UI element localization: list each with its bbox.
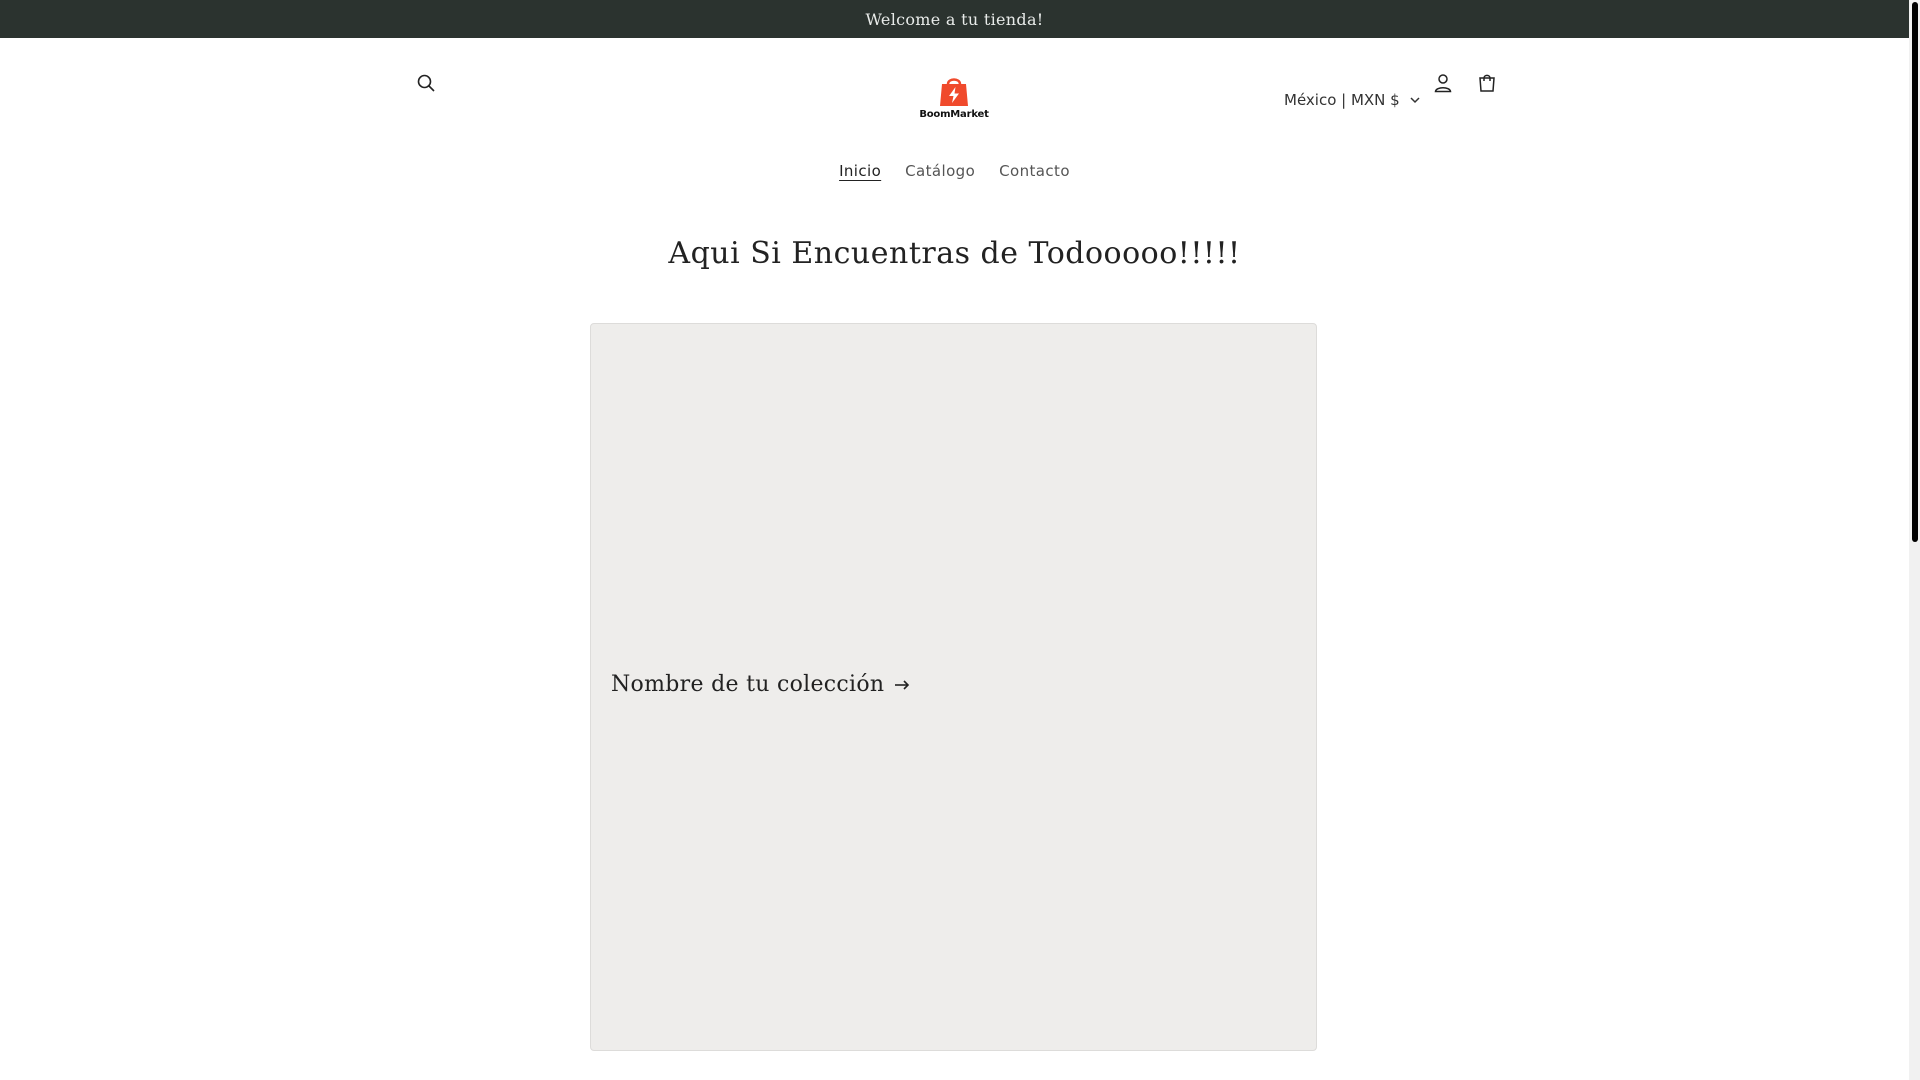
country-selector-label: México | MXN $ [1284, 91, 1400, 109]
login-icon [1434, 74, 1452, 93]
chevron-down-icon [1410, 96, 1420, 103]
country-selector[interactable]: México | MXN $ [1284, 83, 1420, 117]
shopping-bag-bolt-icon [940, 78, 968, 106]
collection-link[interactable]: Nombre de tu colección [611, 672, 910, 697]
page-title: Aqui Si Encuentras de Todooooo!!!!! [668, 236, 1241, 271]
nav-item-contacto[interactable]: Contacto [987, 158, 1082, 188]
search-icon [417, 74, 435, 92]
nav-item-catalogo[interactable]: Catálogo [893, 158, 987, 188]
store-logo[interactable]: BoomMarket [918, 74, 990, 124]
account-button[interactable] [1421, 61, 1465, 105]
logo-text: BoomMarket [919, 109, 989, 120]
cart-icon [1479, 74, 1495, 92]
announcement-bar: Welcome a tu tienda! [0, 0, 1909, 38]
scrollbar-thumb[interactable] [1912, 2, 1918, 542]
main-nav: Inicio Catálogo Contacto [0, 158, 1909, 188]
cart-button[interactable] [1465, 61, 1509, 105]
nav-item-inicio[interactable]: Inicio [827, 158, 893, 188]
arrow-right-icon [895, 679, 910, 690]
scrollbar[interactable] [1909, 0, 1920, 1080]
collection-title: Nombre de tu colección [611, 672, 885, 697]
search-button[interactable] [404, 61, 448, 105]
collection-card[interactable]: Nombre de tu colección [590, 323, 1317, 1051]
announcement-text: Welcome a tu tienda! [865, 9, 1044, 29]
